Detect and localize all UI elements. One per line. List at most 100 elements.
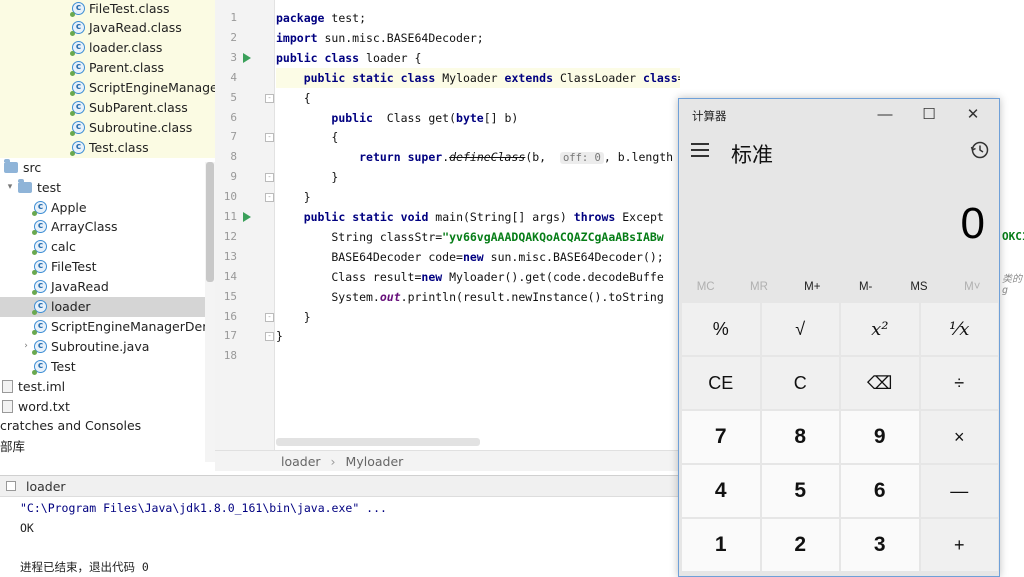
fold-marker-icon[interactable]: - (265, 93, 274, 103)
maximize-button[interactable]: ☐ (909, 103, 949, 129)
digit-9-key[interactable]: 9 (841, 411, 919, 463)
tree-item[interactable]: c Apple (0, 197, 215, 217)
code-line[interactable]: String classStr="yv66vgAAADQAKQoACQAZCgA… (276, 227, 663, 247)
digit-3-key[interactable]: 3 (841, 519, 919, 571)
code-overflow-text: OKC1 (1002, 230, 1024, 243)
sqrt-key[interactable]: √ (761, 303, 839, 355)
digit-5-key[interactable]: 5 (761, 465, 839, 517)
tree-item[interactable]: c ArrayClass (0, 217, 215, 237)
expand-arrow-icon[interactable]: ▾ (4, 182, 16, 192)
tree-item[interactable]: c ScriptEngineManagerDemo (0, 316, 215, 336)
tree-item[interactable]: c JavaRead (0, 277, 215, 297)
tree-item-label: ScriptEngineManagerDemo (51, 318, 215, 334)
line-number: 17 (223, 329, 237, 343)
tree-item[interactable]: c Parent.class (0, 58, 215, 78)
code-line[interactable]: Class result=new Myloader().get(code.dec… (276, 267, 663, 287)
tree-item[interactable]: c Test (0, 356, 215, 376)
digit-8-key[interactable]: 8 (761, 411, 839, 463)
java-class-icon: c (70, 120, 85, 136)
square-key[interactable]: x² (841, 303, 919, 355)
digit-7-key[interactable]: 7 (682, 411, 760, 463)
tree-item[interactable]: ▾ test (0, 177, 215, 197)
tree-item[interactable]: c loader (0, 296, 215, 317)
tree-item[interactable]: c Test.class (0, 137, 215, 157)
tree-item[interactable]: c FileTest.class (0, 0, 215, 18)
code-line[interactable]: BASE64Decoder code=new sun.misc.BASE64De… (276, 247, 663, 267)
code-line[interactable]: System.out.println(result.newInstance().… (276, 287, 663, 307)
tree-item[interactable]: c JavaRead.class (0, 18, 215, 38)
fold-marker-icon[interactable]: - (265, 193, 274, 203)
line-number: 18 (223, 349, 237, 363)
plus-key[interactable]: + (920, 519, 998, 571)
fold-marker-icon[interactable]: - (265, 312, 274, 322)
clear-key[interactable]: C (761, 357, 839, 409)
digit-2-key[interactable]: 2 (761, 519, 839, 571)
tree-item[interactable]: c ScriptEngineManager (0, 78, 215, 98)
editor-horizontal-scrollbar[interactable] (276, 438, 480, 446)
run-console[interactable]: "C:\Program Files\Java\jdk1.8.0_161\bin\… (0, 497, 680, 577)
close-button[interactable]: ✕ (953, 103, 993, 129)
reciprocal-key[interactable]: ¹⁄x (920, 303, 998, 355)
code-line[interactable]: { (276, 88, 311, 108)
code-line[interactable]: } (276, 307, 311, 327)
fold-marker-icon[interactable]: - (265, 133, 274, 143)
tree-item[interactable]: c loader.class (0, 38, 215, 58)
code-line[interactable]: { (276, 127, 338, 147)
code-line[interactable]: public static void main(String[] args) t… (276, 207, 664, 227)
fold-marker-icon[interactable]: - (265, 332, 274, 342)
digit-6-key[interactable]: 6 (841, 465, 919, 517)
tree-item[interactable]: 部库 (0, 436, 215, 456)
tree-item[interactable]: c Subroutine.class (0, 117, 215, 137)
tree-item[interactable]: c calc (0, 237, 215, 257)
expand-arrow-icon[interactable]: › (20, 341, 32, 351)
code-line[interactable]: } (276, 187, 311, 207)
java-class-icon: c (32, 280, 47, 296)
tree-item[interactable]: word.txt (0, 396, 215, 416)
code-line[interactable]: package test; (276, 8, 366, 28)
digit-1-key[interactable]: 1 (682, 519, 760, 571)
fold-marker-icon[interactable]: - (265, 173, 274, 183)
digit-4-key[interactable]: 4 (682, 465, 760, 517)
hamburger-menu-icon[interactable] (691, 143, 709, 157)
memory-m-button[interactable]: M- (839, 274, 892, 300)
minimize-button[interactable]: — (865, 103, 905, 129)
memory-ms-button[interactable]: MS (892, 274, 945, 300)
code-line[interactable]: } (276, 167, 338, 187)
percent-key[interactable]: % (682, 303, 760, 355)
history-icon[interactable] (969, 139, 991, 161)
calculator-titlebar[interactable]: 计算器 — ☐ ✕ (679, 99, 999, 131)
code-line[interactable]: return super.defineClass(b, off: 0, b.le… (276, 147, 673, 167)
backspace-key[interactable]: ⌫ (841, 357, 919, 409)
tree-item[interactable]: c FileTest (0, 257, 215, 277)
code-line[interactable]: } (276, 326, 283, 346)
multiply-key[interactable]: × (920, 411, 998, 463)
breadcrumb-item-loader[interactable]: loader (281, 454, 321, 469)
calculator-window[interactable]: 计算器 — ☐ ✕ 标准 0 MC MR M+ M- MS M˅ % √ x² ¹⁄x CE C ⌫ ÷… (678, 98, 1000, 577)
tree-scrollbar[interactable] (205, 162, 215, 462)
tree-item[interactable]: test.iml (0, 376, 215, 396)
breadcrumb-item-myloader[interactable]: Myloader (346, 454, 404, 469)
tree-item[interactable]: src (0, 157, 215, 177)
calculator-title: 计算器 (692, 111, 727, 123)
code-line[interactable]: import sun.misc.BASE64Decoder; (276, 28, 484, 48)
tree-item-label: SubParent.class (89, 100, 188, 115)
run-gutter-icon[interactable] (243, 212, 251, 222)
minus-key[interactable]: — (920, 465, 998, 517)
tree-item[interactable]: › c Subroutine.java (0, 336, 215, 356)
tree-item[interactable]: cratches and Consoles (0, 416, 215, 436)
tree-scrollbar-thumb[interactable] (206, 162, 214, 282)
line-number: 2 (230, 30, 237, 44)
tree-item[interactable]: c SubParent.class (0, 98, 215, 118)
code-line[interactable]: public Class get(byte[] b) (276, 108, 518, 128)
code-line[interactable]: public class loader { (276, 48, 421, 68)
clear-entry-key[interactable]: CE (682, 357, 760, 409)
run-tab[interactable]: loader (0, 479, 66, 494)
code-editor[interactable]: package test; import sun.misc.BASE64Decod… (276, 0, 680, 450)
divide-key[interactable]: ÷ (920, 357, 998, 409)
run-gutter-icon[interactable] (243, 52, 251, 63)
run-config-icon (6, 481, 16, 491)
memory-m-button[interactable]: M+ (786, 274, 839, 300)
code-line[interactable]: public static class Myloader extends Cla… (276, 68, 680, 88)
line-number: 12 (223, 229, 237, 243)
breadcrumb: loader › Myloader (215, 450, 680, 471)
